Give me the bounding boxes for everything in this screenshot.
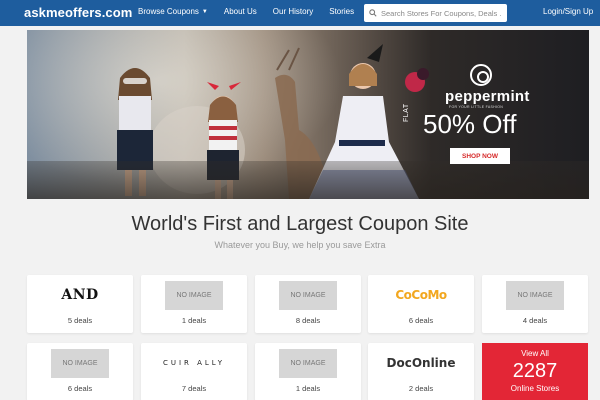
store-deal-count: 7 deals: [181, 384, 207, 393]
login-signup-link[interactable]: Login/Sign Up: [543, 7, 593, 16]
store-deal-count: 1 deals: [295, 384, 321, 393]
view-all-label: View All: [521, 349, 549, 358]
search-icon[interactable]: [369, 9, 377, 17]
store-deal-count: 5 deals: [67, 316, 93, 325]
hero-brand-name: peppermint: [445, 88, 530, 105]
store-deal-count: 6 deals: [408, 316, 434, 325]
search-box: [364, 4, 507, 22]
store-logo: NO IMAGE: [27, 343, 133, 383]
store-logo: NO IMAGE: [255, 275, 361, 315]
store-card[interactable]: NO IMAGE 1 deals: [141, 275, 247, 333]
store-card[interactable]: AND 5 deals: [27, 275, 133, 333]
store-logo: CUIR ALLY: [141, 343, 247, 383]
nav-browse-coupons[interactable]: Browse Coupons ▼: [138, 7, 208, 16]
shop-now-button[interactable]: SHOP NOW: [450, 148, 510, 164]
store-logo-text: AND: [61, 287, 99, 303]
no-image-placeholder: NO IMAGE: [279, 280, 337, 310]
nav-browse-coupons-label: Browse Coupons: [138, 7, 199, 16]
nav-about-us[interactable]: About Us: [224, 7, 257, 16]
hero-offer: 50% Off: [423, 109, 517, 139]
nav-our-history[interactable]: Our History: [273, 7, 313, 16]
store-deal-count: 8 deals: [295, 316, 321, 325]
hero-flat-label: FLAT: [403, 103, 410, 122]
store-card[interactable]: DocOnline 2 deals: [368, 343, 474, 400]
store-logo-text: DocOnline: [386, 356, 456, 370]
site-logo[interactable]: askmeoffers.com: [24, 5, 132, 20]
store-deal-count: 6 deals: [67, 384, 93, 393]
peppermint-logo-icon: [470, 64, 492, 86]
page-title: World's First and Largest Coupon Site: [131, 213, 469, 235]
store-card[interactable]: CoCoMo 6 deals: [368, 275, 474, 333]
main-nav: Browse Coupons ▼ About Us Our History Sto…: [138, 7, 354, 16]
no-image-placeholder: NO IMAGE: [506, 280, 564, 310]
store-logo-text: CUIR ALLY: [162, 359, 226, 367]
search-input[interactable]: [381, 8, 501, 18]
view-all-suffix: Online Stores: [510, 384, 560, 393]
no-image-placeholder: NO IMAGE: [165, 280, 223, 310]
hero-banner[interactable]: peppermint FOR YOUR LITTLE FASHION FLAT …: [27, 30, 589, 199]
store-logo: DocOnline: [368, 343, 474, 383]
store-logo: NO IMAGE: [141, 275, 247, 315]
store-deal-count: 4 deals: [522, 316, 548, 325]
store-card[interactable]: NO IMAGE 6 deals: [27, 343, 133, 400]
hero-floor: [27, 161, 589, 199]
nav-stories[interactable]: Stories: [329, 7, 354, 16]
view-all-stores-button[interactable]: View All 2287 Online Stores: [482, 343, 588, 400]
store-logo: NO IMAGE: [255, 343, 361, 383]
store-deal-count: 2 deals: [408, 384, 434, 393]
no-image-placeholder: NO IMAGE: [51, 348, 109, 378]
store-logo-text: CoCoMo: [395, 288, 447, 302]
top-navigation-bar: askmeoffers.com Browse Coupons ▼ About Us…: [0, 0, 600, 26]
page-subtitle: Whatever you Buy, we help you save Extra: [214, 240, 386, 250]
store-card[interactable]: NO IMAGE 4 deals: [482, 275, 588, 333]
store-deal-count: 1 deals: [181, 316, 207, 325]
store-card[interactable]: NO IMAGE 8 deals: [255, 275, 361, 333]
chevron-down-icon: ▼: [201, 9, 208, 15]
store-card[interactable]: NO IMAGE 1 deals: [255, 343, 361, 400]
store-logo: CoCoMo: [368, 275, 474, 315]
no-image-placeholder: NO IMAGE: [279, 348, 337, 378]
store-card[interactable]: CUIR ALLY 7 deals: [141, 343, 247, 400]
store-logo: AND: [27, 275, 133, 315]
store-count: 2287: [512, 360, 558, 382]
store-logo: NO IMAGE: [482, 275, 588, 315]
